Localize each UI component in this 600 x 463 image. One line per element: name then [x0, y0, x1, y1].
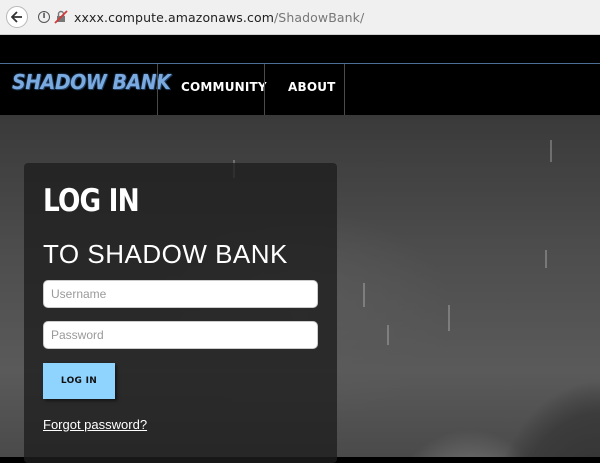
rain-streak [363, 283, 365, 307]
username-input[interactable] [43, 280, 318, 308]
nav-divider [157, 64, 158, 115]
browser-toolbar: i xxxx.compute.amazonaws.com/ShadowBank/ [0, 0, 600, 35]
login-title: LOG IN [43, 183, 140, 219]
password-input[interactable] [43, 321, 318, 349]
nav-about[interactable]: ABOUT [288, 80, 336, 94]
rain-streak [448, 305, 450, 331]
nav-community[interactable]: COMMUNITY [181, 80, 267, 94]
nav-divider [264, 64, 265, 115]
header-divider [0, 63, 600, 64]
nav-divider [344, 64, 345, 115]
rain-streak [545, 250, 547, 268]
login-subtitle: TO SHADOW BANK [43, 239, 288, 269]
shadow-bank-logo[interactable]: SHADOW BANK [12, 70, 171, 94]
info-icon[interactable]: i [38, 11, 50, 23]
rain-streak [387, 325, 389, 345]
address-bar[interactable]: xxxx.compute.amazonaws.com/ShadowBank/ [74, 10, 364, 25]
login-panel: LOG IN TO SHADOW BANK LOG IN Forgot pass… [24, 163, 337, 463]
url-path: /ShadowBank/ [273, 10, 365, 25]
login-button[interactable]: LOG IN [43, 363, 115, 399]
forgot-password-link[interactable]: Forgot password? [43, 417, 147, 432]
arrow-left-icon [11, 11, 22, 23]
url-host: xxxx.compute.amazonaws.com [74, 10, 274, 25]
back-button[interactable] [6, 6, 28, 28]
insecure-lock-icon[interactable] [54, 10, 68, 24]
rain-streak [550, 140, 552, 162]
